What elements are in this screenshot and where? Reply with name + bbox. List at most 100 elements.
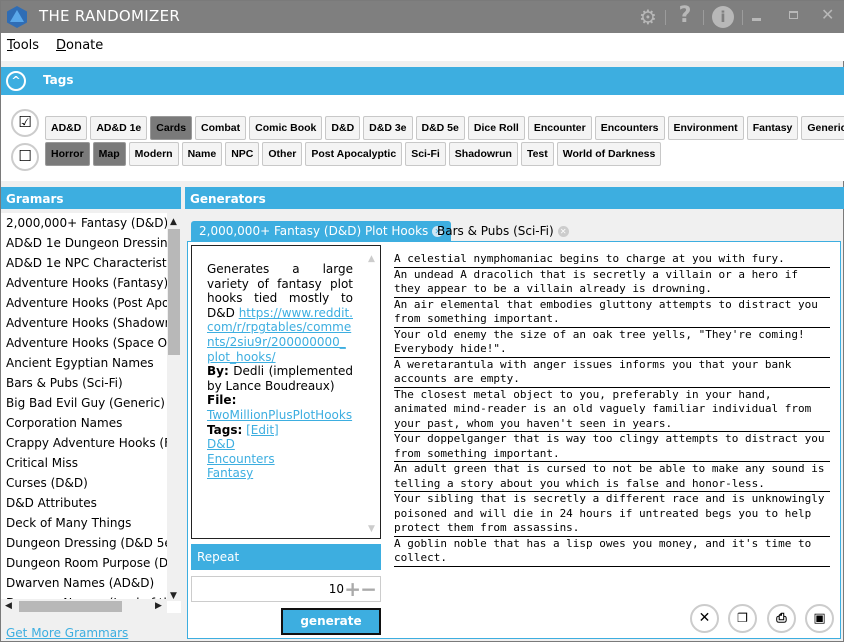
grammar-item[interactable]: Crappy Adventure Hooks (Fantasy): [1, 433, 167, 453]
tag-link[interactable]: Encounters: [207, 452, 275, 466]
grammar-item[interactable]: Deck of Many Things: [1, 513, 167, 533]
print-icon[interactable]: ⎙: [767, 604, 796, 633]
grammar-item[interactable]: Dungeon Room Purpose (D&D): [1, 553, 167, 573]
tag-button[interactable]: Cards: [150, 116, 193, 140]
info-icon[interactable]: i: [712, 6, 734, 28]
grammar-item[interactable]: AD&D 1e Dungeon Dressing: [1, 233, 167, 253]
grammar-item[interactable]: Ancient Egyptian Names: [1, 353, 167, 373]
close-tab-icon[interactable]: ✕: [557, 226, 569, 237]
repeat-stepper[interactable]: 10 + −: [191, 576, 381, 602]
chevron-up-icon[interactable]: ^: [6, 71, 26, 91]
tag-button[interactable]: Name: [181, 142, 223, 166]
tag-button[interactable]: Other: [262, 142, 303, 166]
tag-button[interactable]: Fantasy: [746, 116, 799, 140]
copy-icon[interactable]: ❐: [728, 604, 757, 633]
tag-button[interactable]: Environment: [667, 116, 744, 140]
output-item: An undead A dracolich that is secretly a…: [394, 268, 830, 298]
output-item: An adult green that is cursed to not be …: [394, 462, 830, 492]
tag-button[interactable]: D&D 3e: [363, 116, 413, 140]
menu-tools[interactable]: Tools: [7, 38, 39, 53]
scroll-left-icon[interactable]: ◀: [5, 601, 12, 611]
grammar-item[interactable]: 2,000,000+ Fantasy (D&D) Plot Hooks: [1, 213, 167, 233]
tag-button[interactable]: Shadowrun: [448, 142, 518, 166]
repeat-header: Repeat: [191, 544, 381, 570]
tab-label: Bars & Pubs (Sci-Fi): [437, 224, 554, 238]
generators-header: Generators: [185, 187, 844, 209]
tag-button[interactable]: Encounters: [594, 116, 665, 140]
maximize-icon[interactable]: [789, 11, 798, 19]
tag-button[interactable]: D&D: [325, 116, 361, 140]
tag-button[interactable]: Combat: [195, 116, 247, 140]
minimize-icon[interactable]: [752, 18, 761, 21]
minus-icon[interactable]: −: [360, 577, 377, 601]
menu-tools-label: ools: [12, 38, 40, 53]
output-item: Your doppelganger that is way too clingy…: [394, 432, 830, 462]
grammar-item[interactable]: Dwarven Names (AD&D): [1, 573, 167, 593]
tag-button[interactable]: Dice Roll: [467, 116, 525, 140]
save-icon[interactable]: ▣: [805, 604, 834, 633]
tag-button[interactable]: Map: [92, 142, 126, 166]
scrollbar-thumb[interactable]: [19, 601, 122, 612]
tag-button[interactable]: D&D 5e: [415, 116, 465, 140]
tag-button[interactable]: Horror: [45, 142, 90, 166]
check-all-button[interactable]: ☑: [11, 109, 39, 137]
grammar-item[interactable]: Adventure Hooks (Fantasy): [1, 273, 167, 293]
grammar-item[interactable]: Big Bad Evil Guy (Generic): [1, 393, 167, 413]
output-item: A celestial nymphomaniac begins to charg…: [394, 252, 830, 268]
get-more-grammars-link[interactable]: Get More Grammars: [6, 626, 128, 640]
menu-donate-key: D: [56, 38, 67, 53]
tag-button[interactable]: AD&D: [45, 116, 88, 140]
grammar-item[interactable]: Adventure Hooks (Post Apocalyptic): [1, 293, 167, 313]
tag-button[interactable]: Sci-Fi: [405, 142, 446, 166]
tab-label: 2,000,000+ Fantasy (D&D) Plot Hooks: [199, 224, 429, 238]
divider: [665, 10, 666, 25]
close-icon[interactable]: ✕: [821, 5, 834, 24]
clear-icon[interactable]: ✕: [690, 604, 719, 633]
description: Generates a large variety of fantasy plo…: [207, 262, 353, 481]
tag-button[interactable]: Comic Book: [249, 116, 323, 140]
tab-plot-hooks[interactable]: 2,000,000+ Fantasy (D&D) Plot Hooks ✕: [191, 221, 452, 242]
tag-button[interactable]: NPC: [225, 142, 260, 166]
grammar-item[interactable]: AD&D 1e NPC Characteristics: [1, 253, 167, 273]
grammar-item[interactable]: Curses (D&D): [1, 473, 167, 493]
tag-link[interactable]: Fantasy: [207, 466, 253, 480]
grammar-item[interactable]: Bars & Pubs (Sci-Fi): [1, 373, 167, 393]
tags-panel: ☑ ☐ AD&D AD&D 1e Cards Combat Comic Book D&D D…: [1, 95, 844, 181]
output-item: The closest metal object to you, prefera…: [394, 388, 830, 432]
plus-icon[interactable]: +: [344, 577, 361, 601]
grammar-item[interactable]: D&D Attributes: [1, 493, 167, 513]
repeat-value[interactable]: 10: [329, 582, 344, 596]
edit-tags-link[interactable]: [Edit]: [246, 423, 279, 437]
tag-button[interactable]: Encounter: [527, 116, 592, 140]
grammar-item[interactable]: Adventure Hooks (Space Opera): [1, 333, 167, 353]
tag-link[interactable]: D&D: [207, 437, 235, 451]
uncheck-all-button[interactable]: ☐: [11, 143, 39, 171]
generate-button[interactable]: generate: [281, 608, 381, 635]
scroll-right-icon[interactable]: ▶: [155, 601, 162, 611]
by-label: By:: [207, 364, 229, 379]
scroll-down-icon[interactable]: ▼: [170, 591, 177, 601]
help-icon[interactable]: ?: [672, 3, 698, 28]
file-link[interactable]: TwoMillionPlusPlotHooks: [207, 408, 352, 422]
scroll-up-icon[interactable]: ▲: [170, 217, 177, 227]
tag-row: Horror Map Modern Name NPC Other Post Apocalyp…: [45, 142, 662, 166]
scroll-up-icon[interactable]: ▲: [368, 254, 375, 264]
tab-bars-pubs[interactable]: Bars & Pubs (Sci-Fi) ✕: [429, 221, 577, 242]
grammar-item[interactable]: Adventure Hooks (Shadowrun): [1, 313, 167, 333]
tag-button[interactable]: Modern: [128, 142, 179, 166]
scroll-down-icon[interactable]: ▼: [368, 524, 375, 534]
tag-button[interactable]: Test: [520, 142, 554, 166]
tag-button[interactable]: World of Darkness: [556, 142, 662, 166]
grammar-item[interactable]: Corporation Names: [1, 413, 167, 433]
grammar-item[interactable]: Dungeon Dressing (D&D 5e): [1, 533, 167, 553]
gear-icon[interactable]: ⚙: [635, 5, 661, 29]
tag-button[interactable]: Post Apocalyptic: [305, 142, 403, 166]
grammar-item[interactable]: Critical Miss: [1, 453, 167, 473]
scrollbar-thumb[interactable]: [168, 229, 180, 355]
tags-label: Tags:: [207, 422, 243, 437]
tag-button[interactable]: AD&D 1e: [90, 116, 148, 140]
menu-donate[interactable]: Donate: [56, 38, 103, 53]
tag-button[interactable]: Generic: [801, 116, 844, 140]
divider: [742, 10, 743, 25]
tags-title: Tags: [43, 73, 74, 87]
